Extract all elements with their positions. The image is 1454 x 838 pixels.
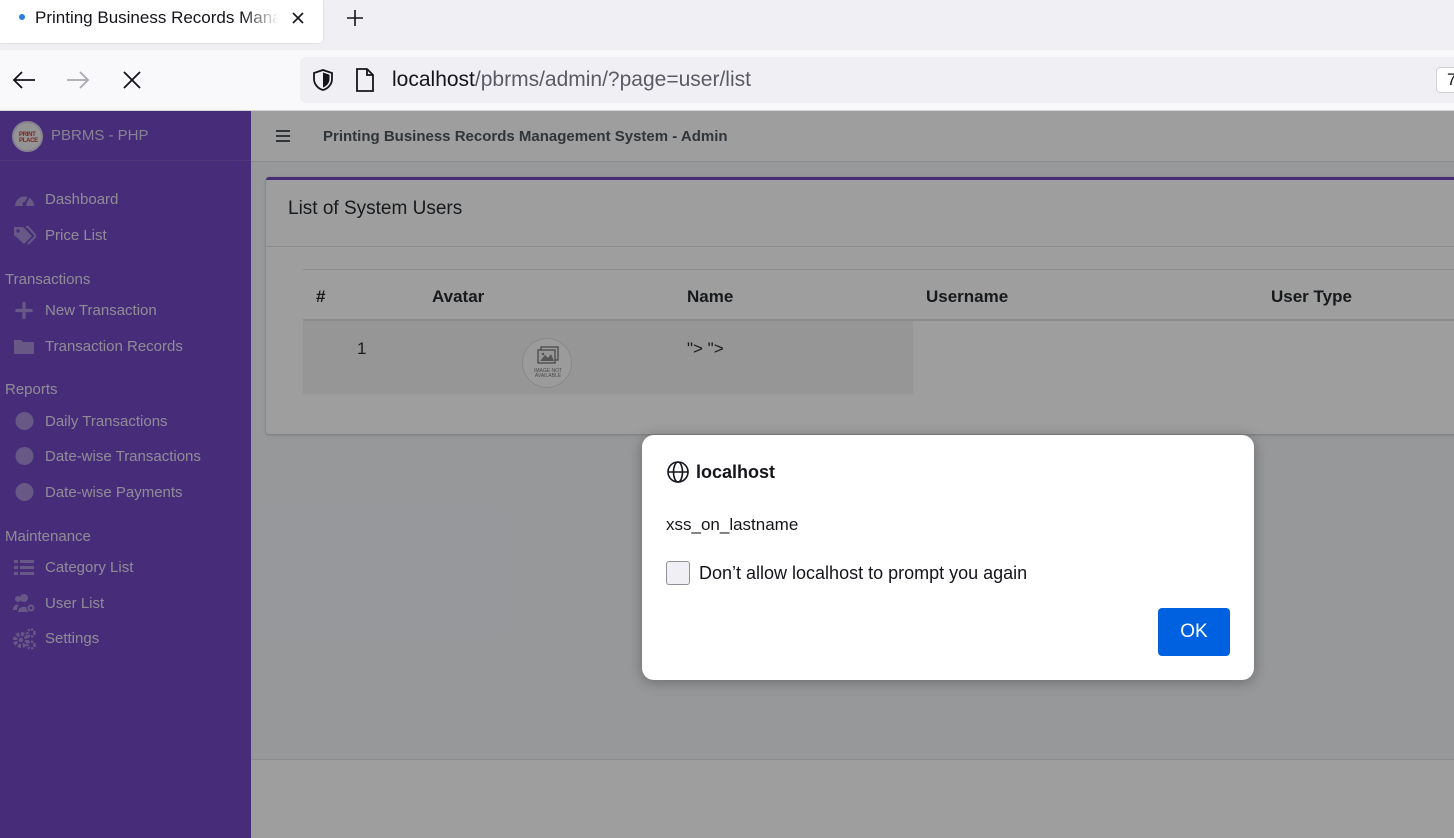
url-host: localhost (392, 68, 475, 91)
alert-dialog: localhost xss_on_lastname Don’t allow lo… (642, 435, 1254, 680)
tab-loading-indicator (19, 14, 25, 20)
url-path: /pbrms/admin/?page=user/list (474, 68, 751, 91)
dialog-origin: localhost (696, 462, 776, 482)
ok-button[interactable]: OK (1158, 608, 1230, 656)
shield-icon[interactable] (311, 68, 335, 92)
toolbar-badge[interactable]: 7 (1436, 67, 1454, 93)
url-text[interactable]: localhost/pbrms/admin/?page=user/list (392, 68, 751, 92)
suppress-prompts-checkbox[interactable] (666, 561, 690, 585)
stop-loading-icon[interactable] (116, 64, 148, 96)
close-tab-icon[interactable] (286, 6, 310, 30)
browser-toolbar: localhost/pbrms/admin/?page=user/list 7 (0, 50, 1454, 111)
browser-tab-bar: Printing Business Records Management Sys… (0, 0, 1454, 50)
globe-icon (666, 460, 690, 484)
forward-icon[interactable] (62, 64, 94, 96)
address-bar[interactable]: localhost/pbrms/admin/?page=user/list 7 (300, 57, 1454, 103)
dialog-message: xss_on_lastname (666, 515, 799, 534)
new-tab-icon[interactable] (341, 4, 369, 32)
browser-tab[interactable]: Printing Business Records Management Sys… (0, 0, 323, 43)
back-icon[interactable] (8, 64, 40, 96)
tab-title: Printing Business Records Management Sys… (35, 8, 279, 27)
suppress-prompts-label[interactable]: Don’t allow localhost to prompt you agai… (699, 563, 1027, 584)
page-info-icon[interactable] (353, 67, 377, 93)
